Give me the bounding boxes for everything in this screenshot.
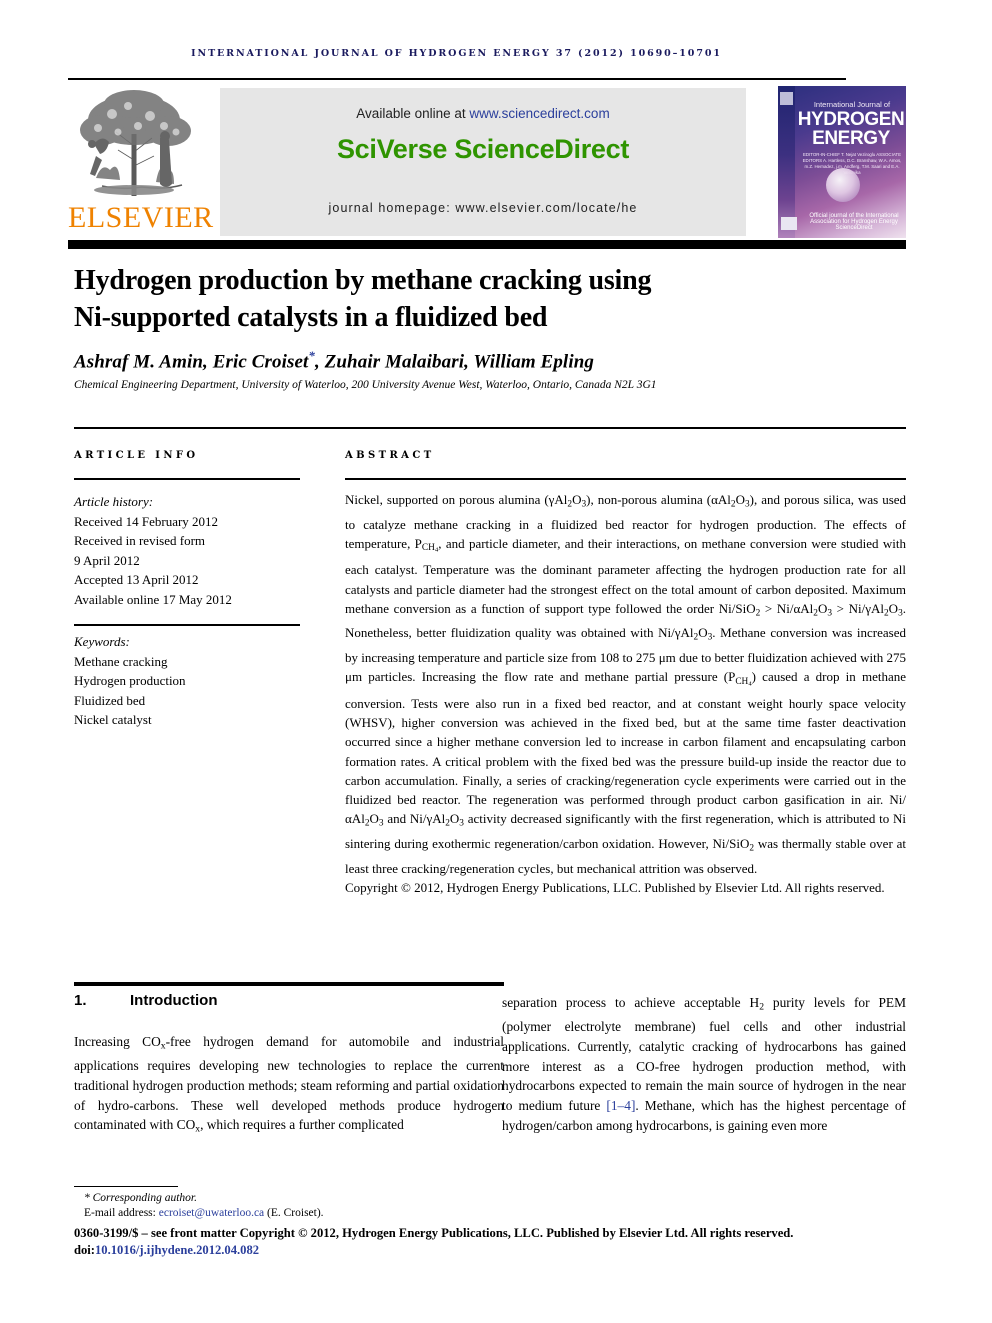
info-abstract-top-rule [74, 427, 906, 429]
section-number: 1. [74, 992, 87, 1009]
history-item: Received 14 February 2012 [74, 513, 219, 529]
elsevier-tree-icon [80, 90, 191, 196]
title-line-2: Ni-supported catalysts in a fluidized be… [74, 302, 548, 333]
available-online-line: Available online at www.sciencedirect.co… [220, 106, 746, 121]
affiliation: Chemical Engineering Department, Univers… [74, 379, 657, 391]
sciverse-sciencedirect-wordmark: SciVerse ScienceDirect [336, 134, 630, 164]
abstract-body: Nickel, supported on porous alumina (γAl… [345, 490, 906, 897]
masthead-top-rule [68, 78, 846, 80]
abstract-text: Nickel, supported on porous alumina (γAl… [345, 492, 907, 876]
authors-after-marker: , Zuhair Malaibari, William Epling [314, 351, 594, 373]
keyword-item: Hydrogen production [74, 673, 186, 689]
masthead-bottom-bar [68, 240, 906, 249]
doi-line: doi:10.1016/j.ijhydene.2012.04.082 [74, 1243, 259, 1258]
elsevier-logo: ELSEVIER [68, 86, 214, 238]
doi-value-link[interactable]: 10.1016/j.ijhydene.2012.04.082 [95, 1243, 259, 1257]
corresponding-author-note: * Corresponding author. [84, 1192, 197, 1204]
available-online-prefix: Available online at [356, 106, 470, 121]
section-title: Introduction [130, 992, 218, 1009]
cover-title-line2: ENERGY [812, 128, 890, 149]
article-history-block: Article history: Received 14 February 20… [74, 492, 304, 610]
keyword-item: Methane cracking [74, 653, 168, 669]
article-history-label: Article history: [74, 494, 154, 509]
history-item: Available online 17 May 2012 [74, 591, 232, 607]
journal-homepage-line[interactable]: journal homepage: www.elsevier.com/locat… [220, 201, 746, 215]
issn-copyright-line: 0360-3199/$ – see front matter Copyright… [74, 1226, 794, 1240]
cover-iahe-badge-icon [781, 217, 797, 230]
history-item: Received in revised form [74, 533, 206, 549]
journal-article-page: International Journal of Hydrogen Energy… [0, 0, 992, 1323]
keywords-separator-rule [74, 624, 300, 626]
title-line-1: Hydrogen production by methane cracking … [74, 265, 652, 296]
keywords-label: Keywords: [74, 634, 130, 649]
sciencedirect-url[interactable]: www.sciencedirect.com [469, 106, 609, 121]
cover-elsevier-mark-icon [780, 92, 793, 105]
abstract-copyright: Copyright © 2012, Hydrogen Energy Public… [345, 879, 885, 895]
email-suffix: (E. Croiset). [264, 1207, 324, 1219]
body-column-left: Increasing COx-free hydrogen demand for … [74, 1034, 505, 1135]
cover-left-strip [778, 86, 795, 238]
history-item: 9 April 2012 [74, 552, 140, 568]
keywords-block: Keywords: Methane cracking Hydrogen prod… [74, 632, 304, 730]
email-label: E-mail address: [84, 1207, 159, 1219]
abstract-rule [345, 478, 906, 480]
authors-before-marker: Ashraf M. Amin, Eric Croiset [74, 351, 309, 373]
history-item: Accepted 13 April 2012 [74, 572, 199, 588]
body-column-right: separation process to achieve acceptable… [502, 995, 906, 1133]
running-head: International Journal of Hydrogen Energy… [191, 48, 722, 59]
abstract-heading: ABSTRACT [345, 450, 435, 461]
article-info-rule [74, 478, 300, 480]
masthead: ELSEVIER Available online at www.science… [68, 86, 906, 238]
cover-sciencedirect-footer: Official journal of the International As… [809, 213, 899, 231]
page-title: Hydrogen production by methane cracking … [74, 262, 874, 336]
article-info-heading: ARTICLE INFO [74, 450, 199, 461]
author-list: Ashraf M. Amin, Eric Croiset*, Zuhair Ma… [74, 348, 894, 373]
introduction-top-rule [74, 982, 504, 986]
elsevier-wordmark: ELSEVIER [68, 201, 214, 234]
footnote-rule [74, 1186, 178, 1188]
cover-sphere-graphic [826, 168, 860, 202]
doi-label: doi: [74, 1243, 95, 1257]
keyword-item: Nickel catalyst [74, 712, 152, 728]
email-note: E-mail address: ecroiset@uwaterloo.ca (E… [84, 1207, 324, 1219]
corresponding-author-marker: * [308, 348, 315, 363]
keyword-item: Fluidized bed [74, 692, 146, 708]
email-address-link[interactable]: ecroiset@uwaterloo.ca [159, 1207, 264, 1219]
sciencedirect-banner: Available online at www.sciencedirect.co… [220, 88, 746, 236]
cover-kicker: International Journal of [813, 100, 891, 109]
journal-cover-thumbnail: International Journal of HYDROGEN ENERGY… [778, 86, 906, 238]
